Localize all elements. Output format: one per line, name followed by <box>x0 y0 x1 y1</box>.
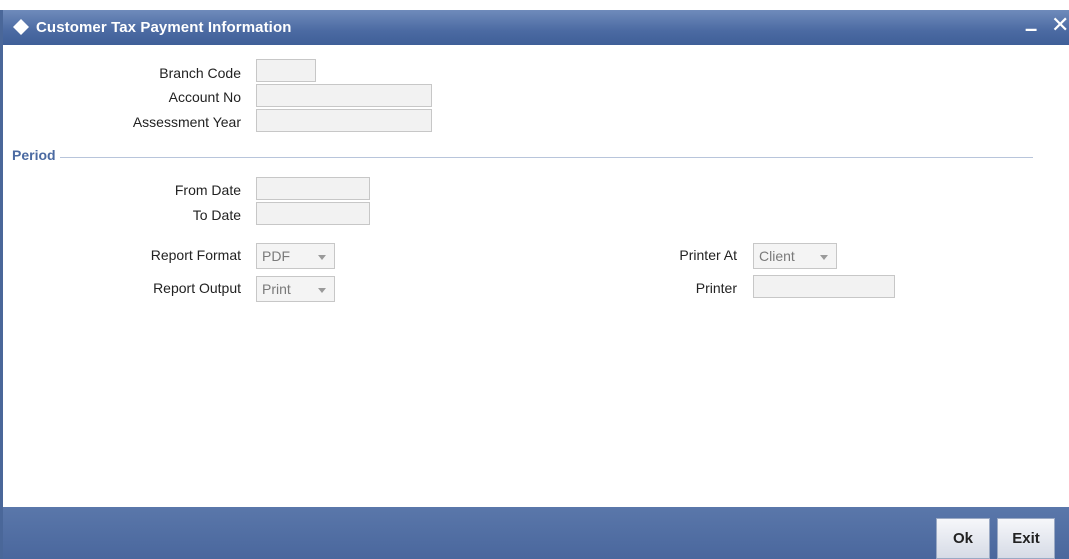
report-format-select[interactable]: PDF <box>256 243 335 269</box>
customer-tax-payment-window: Customer Tax Payment Information – ✕ Bra… <box>0 10 1069 559</box>
branch-code-label: Branch Code <box>159 65 241 81</box>
footer-bar <box>3 507 1069 559</box>
to-date-label: To Date <box>192 207 241 223</box>
printer-label: Printer <box>695 280 737 296</box>
to-date-field[interactable] <box>256 202 370 225</box>
account-no-field[interactable] <box>256 84 432 107</box>
printer-at-select[interactable]: Client <box>753 243 837 269</box>
branch-code-field[interactable] <box>256 59 316 82</box>
printer-field[interactable] <box>753 275 895 298</box>
assessment-year-field[interactable] <box>256 109 432 132</box>
close-button[interactable]: ✕ <box>1051 12 1069 38</box>
ok-button[interactable]: Ok <box>936 518 990 559</box>
account-no-label: Account No <box>168 89 241 105</box>
chevron-down-icon <box>318 288 326 293</box>
exit-button[interactable]: Exit <box>997 518 1055 559</box>
report-output-label: Report Output <box>153 280 241 296</box>
report-format-value: PDF <box>262 248 290 264</box>
title-bar[interactable]: Customer Tax Payment Information – ✕ <box>3 10 1069 45</box>
minimize-button[interactable]: – <box>1025 16 1037 42</box>
printer-at-value: Client <box>759 248 795 264</box>
chevron-down-icon <box>820 255 828 260</box>
window-title: Customer Tax Payment Information <box>36 19 292 36</box>
report-output-value: Print <box>262 281 291 297</box>
period-section-title: Period <box>12 147 60 163</box>
from-date-label: From Date <box>174 182 241 198</box>
from-date-field[interactable] <box>256 177 370 200</box>
chevron-down-icon <box>318 255 326 260</box>
diamond-icon <box>13 19 29 35</box>
assessment-year-label: Assessment Year <box>132 114 241 130</box>
report-format-label: Report Format <box>150 247 241 263</box>
report-output-select[interactable]: Print <box>256 276 335 302</box>
printer-at-label: Printer At <box>679 247 737 263</box>
period-divider <box>12 157 1033 158</box>
